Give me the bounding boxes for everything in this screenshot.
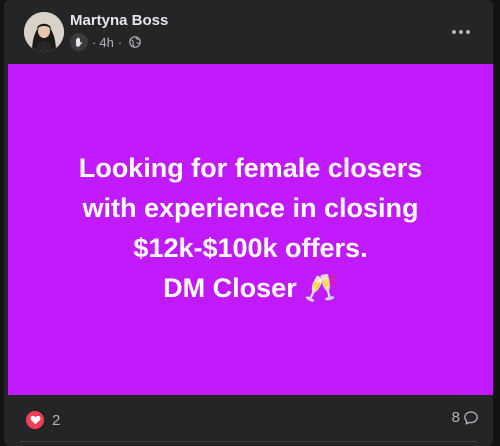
more-dot-icon — [459, 30, 463, 34]
post-meta: · 4h · — [70, 33, 141, 51]
post-time[interactable]: 4h — [99, 35, 113, 50]
wave-icon — [70, 33, 88, 51]
more-dot-icon — [452, 30, 456, 34]
post-text: Looking for female closers with experien… — [79, 148, 423, 312]
more-dot-icon — [466, 30, 470, 34]
meta-separator-2: · — [117, 34, 123, 50]
post-header: Martyna Boss · 4h · — [4, 0, 493, 64]
comments-summary[interactable]: 8 — [452, 409, 479, 426]
avatar-image — [24, 12, 64, 52]
comment-icon — [463, 410, 479, 426]
post-text-line: Looking for female closers — [78, 152, 423, 183]
reactions-summary[interactable]: 2 — [24, 409, 60, 431]
globe-icon — [129, 36, 141, 48]
author-name[interactable]: Martyna Boss — [70, 12, 168, 29]
post-footer: 2 8 — [4, 395, 493, 446]
meta-separator: · — [92, 34, 97, 50]
reaction-count: 2 — [52, 411, 61, 429]
avatar[interactable] — [24, 12, 64, 52]
heart-icon — [24, 409, 46, 431]
comment-count: 8 — [451, 409, 460, 426]
footer-divider — [20, 441, 477, 442]
post-text-line: $12k-$100k offers. — [133, 232, 368, 263]
more-options-button[interactable] — [447, 18, 475, 46]
post-background[interactable]: Looking for female closers with experien… — [8, 64, 493, 395]
post-text-line: with experience in closing — [82, 192, 419, 223]
post-text-line: DM Closer 🥂 — [163, 272, 338, 303]
post-card: Martyna Boss · 4h · Looking for female c… — [4, 0, 493, 446]
